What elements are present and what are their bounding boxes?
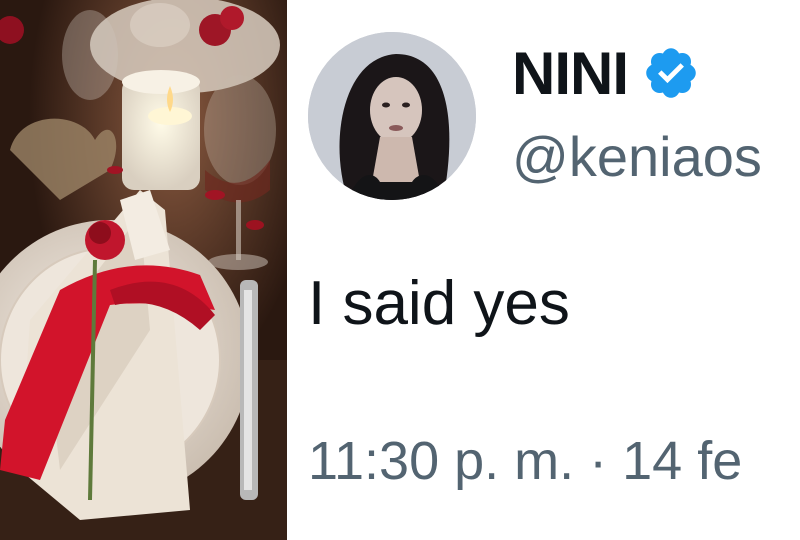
tweet-card: NINI @keniaos I said yes 11:30 p. m. · 1… <box>290 0 800 540</box>
avatar[interactable] <box>308 32 476 200</box>
display-name[interactable]: NINI <box>512 39 629 108</box>
user-handle[interactable]: @keniaos <box>512 124 762 189</box>
verified-badge-icon <box>642 44 700 102</box>
author-row: NINI <box>512 38 700 108</box>
tweet-text: I said yes <box>308 269 570 338</box>
tweet-timestamp[interactable]: 11:30 p. m. · 14 fe <box>308 430 742 492</box>
table-setting-photo <box>0 0 287 540</box>
